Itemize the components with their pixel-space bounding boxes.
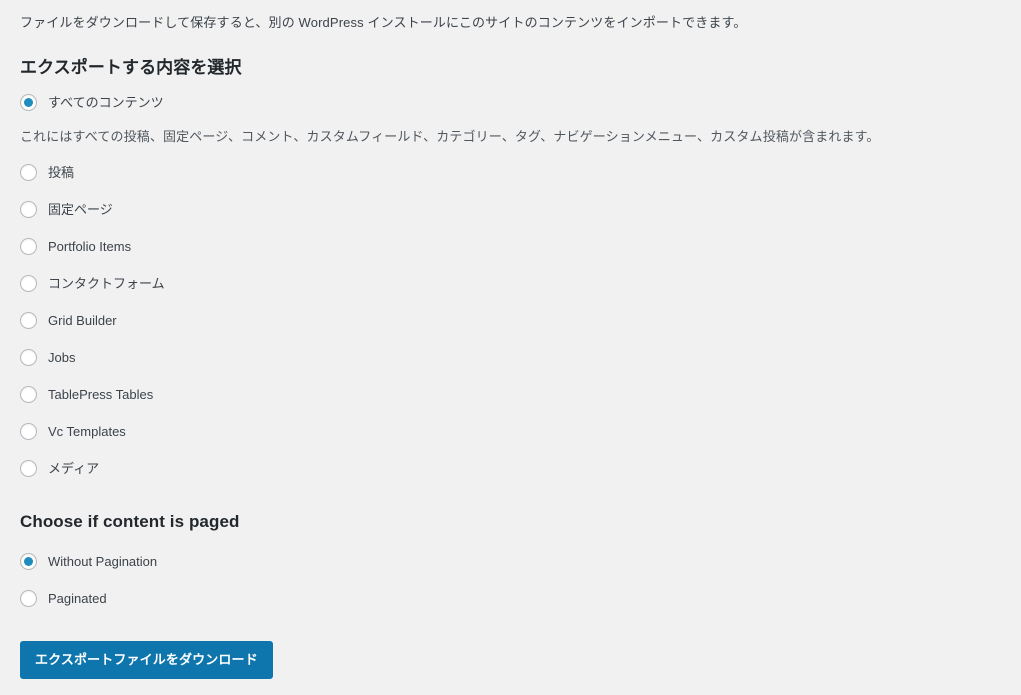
radio-pagination-label-1: Paginated [48,590,107,606]
radio-option-8[interactable]: メディア [20,450,1001,487]
radio-option-label-5: Jobs [48,349,76,365]
radio-option-1[interactable]: 固定ページ [20,191,1001,228]
radio-icon-all-content[interactable] [20,94,37,112]
pagination-heading: Choose if content is paged [20,512,240,532]
radio-option-7[interactable]: Vc Templates [20,413,1001,450]
radio-pagination-0[interactable]: Without Pagination [20,543,1001,580]
submit-row: エクスポートファイルをダウンロード [20,617,1001,680]
radio-pagination-1[interactable]: Paginated [20,580,1001,617]
radio-option-radio-icon-2[interactable] [20,238,37,256]
radio-option-label-7: Vc Templates [48,423,126,439]
radio-label-all-content: すべてのコンテンツ [48,94,164,110]
radio-option-5[interactable]: Jobs [20,339,1001,376]
radio-option-6[interactable]: TablePress Tables [20,376,1001,413]
radio-option-radio-icon-0[interactable] [20,164,37,182]
radio-option-label-6: TablePress Tables [48,386,154,402]
radio-option-all-content[interactable]: すべてのコンテンツ [20,88,1001,118]
radio-option-radio-icon-6[interactable] [20,386,37,404]
export-options-list: 投稿固定ページ Portfolio Items コンタクトフォーム Grid Buil… [20,154,1001,487]
intro-paragraph: ファイルをダウンロードして保存すると、別の WordPress インストールにこ… [20,15,747,30]
export-content-heading: エクスポートする内容を選択 [20,57,242,77]
radio-option-label-3: コンタクトフォーム [48,275,165,291]
radio-option-label-2: Portfolio Items [48,238,132,254]
radio-option-label-4: Grid Builder [48,312,117,328]
radio-option-radio-icon-4[interactable] [20,312,37,330]
radio-option-label-8: メディア [48,460,100,476]
all-content-description: これにはすべての投稿、固定ページ、コメント、カスタムフィールド、カテゴリー、タグ… [20,128,880,144]
radio-option-label-0: 投稿 [48,164,75,180]
export-page: ファイルをダウンロードして保存すると、別の WordPress インストールにこ… [0,0,1021,680]
radio-option-label-1: 固定ページ [48,201,113,217]
radio-option-radio-icon-3[interactable] [20,275,37,293]
radio-option-radio-icon-1[interactable] [20,201,37,219]
radio-option-2[interactable]: Portfolio Items [20,228,1001,265]
radio-option-radio-icon-8[interactable] [20,460,37,478]
download-export-file-button[interactable]: エクスポートファイルをダウンロード [20,641,273,680]
radio-option-3[interactable]: コンタクトフォーム [20,265,1001,302]
radio-pagination-radio-icon-0[interactable] [20,553,37,571]
radio-pagination-label-0: Without Pagination [48,553,158,569]
radio-option-radio-icon-5[interactable] [20,349,37,367]
radio-option-radio-icon-7[interactable] [20,423,37,441]
radio-pagination-radio-icon-1[interactable] [20,590,37,608]
radio-option-0[interactable]: 投稿 [20,154,1001,191]
radio-option-4[interactable]: Grid Builder [20,302,1001,339]
pagination-options-list: Without Pagination Paginated [20,543,1001,617]
